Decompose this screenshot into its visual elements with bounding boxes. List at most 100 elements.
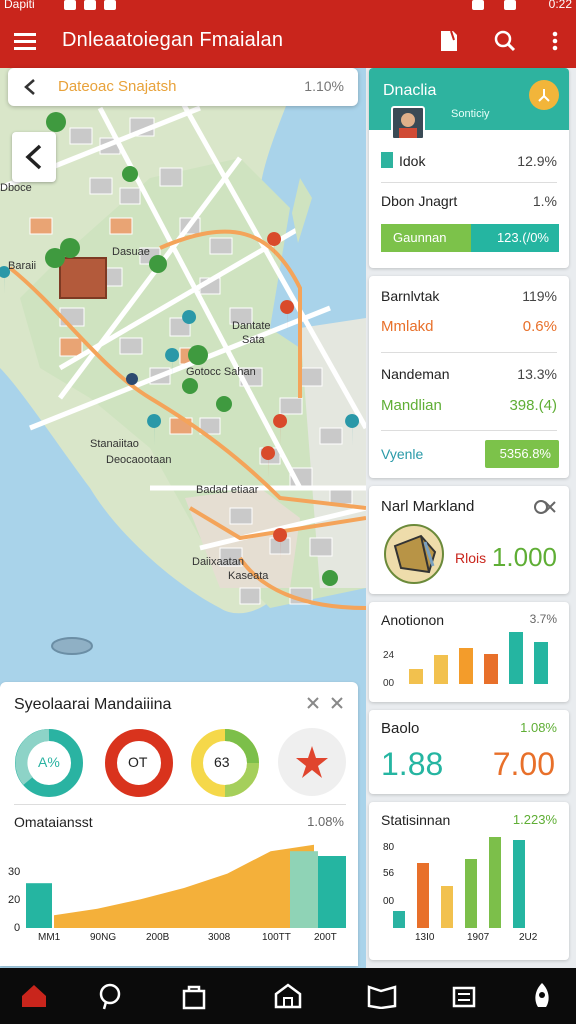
app-icon — [104, 0, 116, 10]
status-left-text: Dapiti — [4, 0, 35, 11]
map-label-10: Daiixaatan — [192, 556, 244, 568]
summary-title: Dnaclia — [383, 82, 437, 99]
donut-teal[interactable]: A% — [14, 728, 84, 798]
bottom-sheet-title: Syeolaarai Mandaiiina — [14, 696, 172, 713]
chat-icon[interactable] — [94, 980, 126, 1012]
donut-red[interactable]: OT — [104, 728, 174, 798]
bottom-xtick: 200T — [314, 932, 337, 943]
map-back-button[interactable] — [12, 132, 56, 182]
stat1-value: 119% — [522, 288, 557, 304]
anot-bar-2 — [434, 655, 448, 684]
divider — [381, 352, 557, 353]
bottom-area-chart — [26, 844, 346, 928]
close-icon[interactable] — [533, 498, 557, 516]
anot-bar-4 — [484, 654, 498, 684]
baolo-big-left: 1.88 — [381, 746, 444, 782]
bottom-xtick: 90NG — [90, 932, 117, 943]
back-arrow-icon[interactable] — [22, 78, 40, 96]
search-query[interactable]: Dateoac Snajatsh — [58, 78, 176, 95]
anot-ytick: 24 — [383, 650, 395, 661]
bottom-xtick: 200B — [146, 932, 170, 943]
book-icon[interactable] — [366, 980, 398, 1012]
marked-item-card: Narl Markland Rlois 1.000 — [369, 486, 569, 594]
marked-title: Narl Markland — [381, 498, 475, 515]
close-icon[interactable] — [306, 696, 346, 712]
avatar — [391, 106, 425, 140]
anot-bar-1 — [409, 669, 423, 684]
summary-subtitle: Sonticiy — [451, 108, 490, 120]
mid-bar — [290, 851, 318, 928]
box-icon[interactable] — [448, 980, 480, 1012]
stat4-value: 398.(4) — [509, 397, 557, 414]
bottom-xtick: 100TT — [262, 932, 291, 943]
stat1-label: Barnlvtak — [381, 288, 440, 304]
teal-marker-icon — [381, 152, 393, 168]
person-badge-icon[interactable] — [529, 80, 559, 110]
bottom-sheet: Syeolaarai Mandaiiina A% OT 63 Omataians… — [0, 682, 358, 966]
anot-ytick: 00 — [383, 678, 395, 689]
search-percent: 1.10% — [304, 78, 344, 94]
app-title: Dnleaatoiegan Fmaialan — [62, 29, 284, 51]
donut-label: OT — [128, 754, 148, 770]
stat-xtick: 2U2 — [519, 932, 538, 943]
bundle-icon — [384, 524, 444, 584]
map-search-bar[interactable]: Dateoac Snajatsh 1.10% — [8, 68, 358, 106]
status-bar: Dapiti 0:22 — [0, 0, 576, 14]
row1-label: Idok — [399, 153, 426, 169]
baolo-big-right: 7.00 — [492, 746, 555, 782]
search-icon[interactable] — [490, 26, 520, 56]
stat3-label: Nandeman — [381, 366, 450, 382]
rocket-icon[interactable] — [526, 980, 558, 1012]
anot-bar-5 — [509, 632, 523, 684]
section-value: 1.08% — [307, 814, 344, 829]
stat2-value: 0.6% — [522, 318, 557, 335]
status-time: 0:22 — [548, 0, 572, 11]
map-label-3: Dasuae — [112, 246, 150, 258]
stat5-value: 5356.8% — [499, 446, 551, 461]
map-label-1: Dboce — [0, 182, 32, 194]
anotionon-chart-card: Anotionon 3.7% 24 00 — [369, 602, 569, 702]
stat-bar-1 — [393, 911, 405, 928]
anot-bar-6 — [534, 642, 548, 684]
battery-icon — [504, 0, 516, 10]
bag-icon[interactable] — [178, 980, 210, 1012]
wifi-icon — [472, 0, 484, 10]
stat4-label: Mandlian — [381, 397, 442, 414]
map-label-8: Deocaootaan — [106, 454, 172, 466]
anot-bar-chart — [409, 626, 559, 684]
favorite-button[interactable] — [278, 728, 346, 796]
progress-label: Gaunnan — [393, 230, 447, 245]
signal-icon — [64, 0, 76, 10]
store-icon[interactable] — [272, 980, 304, 1012]
stat-xtick: 1907 — [467, 932, 490, 943]
stat-bar-5 — [489, 837, 501, 928]
marked-value: 1.000 — [491, 542, 557, 572]
left-bar — [26, 883, 52, 928]
stat5-badge: 5356.8% — [485, 440, 559, 468]
map-label-5: Sata — [242, 334, 265, 346]
row2-value: 1.% — [532, 193, 557, 209]
stat-bar-chart — [393, 832, 559, 928]
stats-list-card: Barnlvtak 119% Mmlakd 0.6% Nandeman 13.3… — [369, 276, 569, 478]
marked-label: Rlois — [455, 550, 487, 566]
bookmark-icon[interactable] — [434, 26, 464, 56]
app-bar: Dnleaatoiegan Fmaialan — [0, 14, 576, 68]
stat3-value: 13.3% — [517, 366, 557, 382]
menu-icon[interactable] — [10, 26, 40, 56]
donut-label: 63 — [214, 754, 230, 770]
star-icon — [296, 746, 328, 778]
map-label-6: Gotocc Sahan — [186, 366, 256, 378]
notification-icon — [84, 0, 96, 10]
home-icon[interactable] — [18, 980, 50, 1012]
map-label-4: Dantate — [232, 320, 271, 332]
anot-bar-3 — [459, 648, 473, 684]
stat2-label: Mmlakd — [381, 318, 434, 335]
stat-value: 1.223% — [512, 812, 557, 827]
bottom-navigation — [0, 968, 576, 1024]
donut-yellow-green[interactable]: 63 — [190, 728, 260, 798]
right-bar — [318, 856, 346, 928]
progress-bar: Gaunnan 123.(/0% — [381, 224, 559, 252]
bottom-ytick: 20 — [8, 894, 21, 906]
more-options-icon[interactable] — [540, 26, 570, 56]
divider — [381, 182, 557, 183]
